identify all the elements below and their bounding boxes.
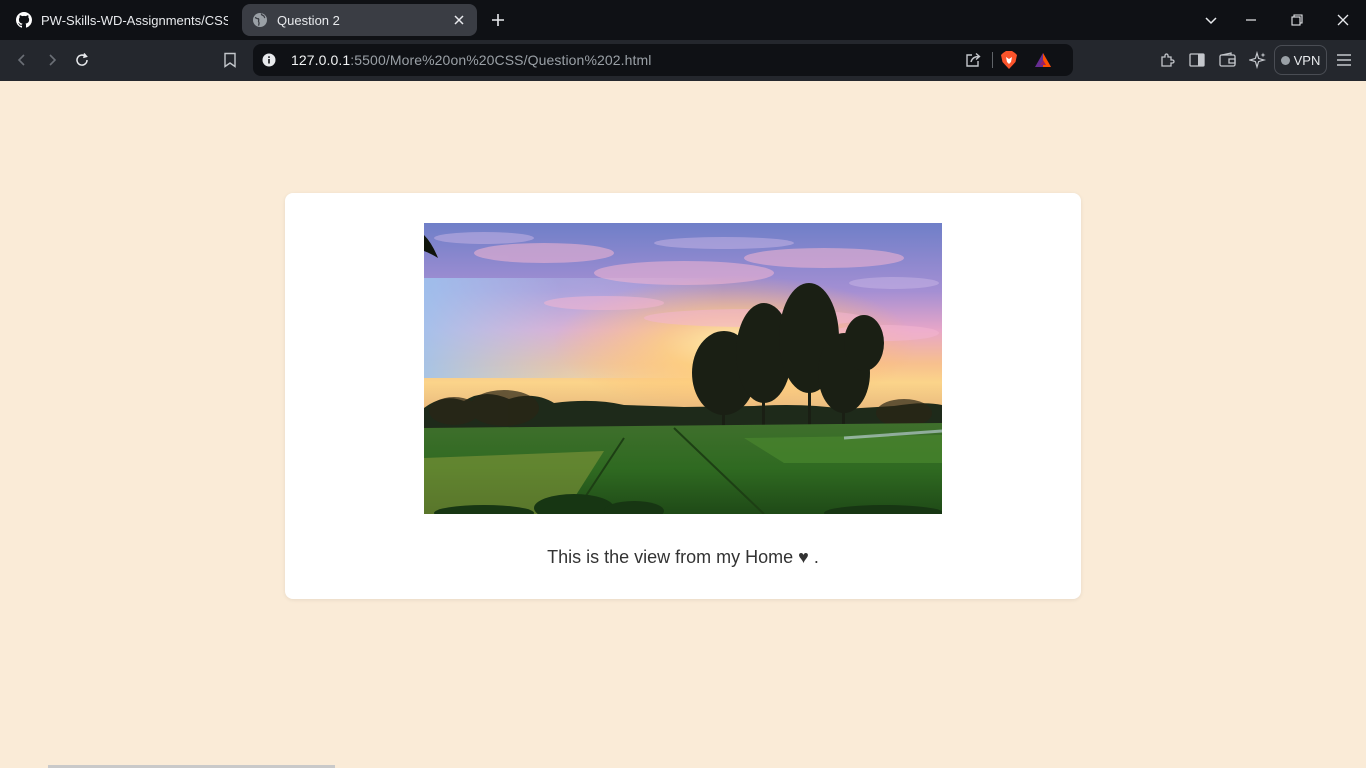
tab-search-chevron-icon[interactable] bbox=[1199, 8, 1223, 32]
url-text[interactable]: 127.0.0.1:5500/More%20on%20CSS/Question%… bbox=[291, 52, 652, 68]
wallet-icon[interactable] bbox=[1216, 48, 1240, 72]
browser-toolbar: 127.0.0.1:5500/More%20on%20CSS/Question%… bbox=[0, 40, 1366, 81]
globe-icon bbox=[252, 12, 268, 28]
github-icon bbox=[16, 12, 32, 28]
page-viewport: This is the view from my Home ♥ . bbox=[0, 81, 1366, 768]
menu-icon[interactable] bbox=[1332, 48, 1356, 72]
tab-title: PW-Skills-WD-Assignments/CSS/More bbox=[41, 12, 228, 28]
close-window-icon[interactable] bbox=[1331, 8, 1355, 32]
address-bar[interactable]: 127.0.0.1:5500/More%20on%20CSS/Question%… bbox=[253, 44, 1073, 76]
brave-shields-icon[interactable] bbox=[997, 48, 1021, 72]
divider bbox=[992, 52, 993, 68]
tab-question-2[interactable]: Question 2 bbox=[242, 4, 477, 36]
tab-github-repo[interactable]: PW-Skills-WD-Assignments/CSS/More bbox=[6, 4, 238, 36]
share-icon[interactable] bbox=[961, 48, 985, 72]
vpn-label: VPN bbox=[1293, 52, 1321, 68]
brave-rewards-icon[interactable] bbox=[1031, 48, 1055, 72]
restore-icon[interactable] bbox=[1285, 8, 1309, 32]
url-host: 127.0.0.1 bbox=[291, 52, 351, 68]
minimize-icon[interactable] bbox=[1239, 8, 1263, 32]
content-card: This is the view from my Home ♥ . bbox=[285, 193, 1081, 599]
forward-icon[interactable] bbox=[40, 48, 64, 72]
site-info-icon[interactable] bbox=[253, 44, 285, 76]
tab-title: Question 2 bbox=[277, 12, 340, 28]
reload-icon[interactable] bbox=[70, 48, 94, 72]
leo-ai-icon[interactable] bbox=[1246, 48, 1270, 72]
photo-caption: This is the view from my Home ♥ . bbox=[547, 547, 819, 567]
back-icon[interactable] bbox=[10, 48, 34, 72]
home-view-photo bbox=[424, 223, 942, 514]
extensions-icon[interactable] bbox=[1155, 48, 1179, 72]
new-tab-icon[interactable] bbox=[486, 8, 510, 32]
vpn-button[interactable]: VPN bbox=[1274, 45, 1327, 75]
close-tab-icon[interactable] bbox=[451, 12, 467, 28]
sidebar-icon[interactable] bbox=[1185, 48, 1209, 72]
url-path: :5500/More%20on%20CSS/Question%202.html bbox=[350, 52, 652, 68]
tab-strip: PW-Skills-WD-Assignments/CSS/More Questi… bbox=[0, 0, 1366, 40]
bookmark-icon[interactable] bbox=[218, 48, 242, 72]
vpn-status-icon bbox=[1280, 55, 1290, 65]
